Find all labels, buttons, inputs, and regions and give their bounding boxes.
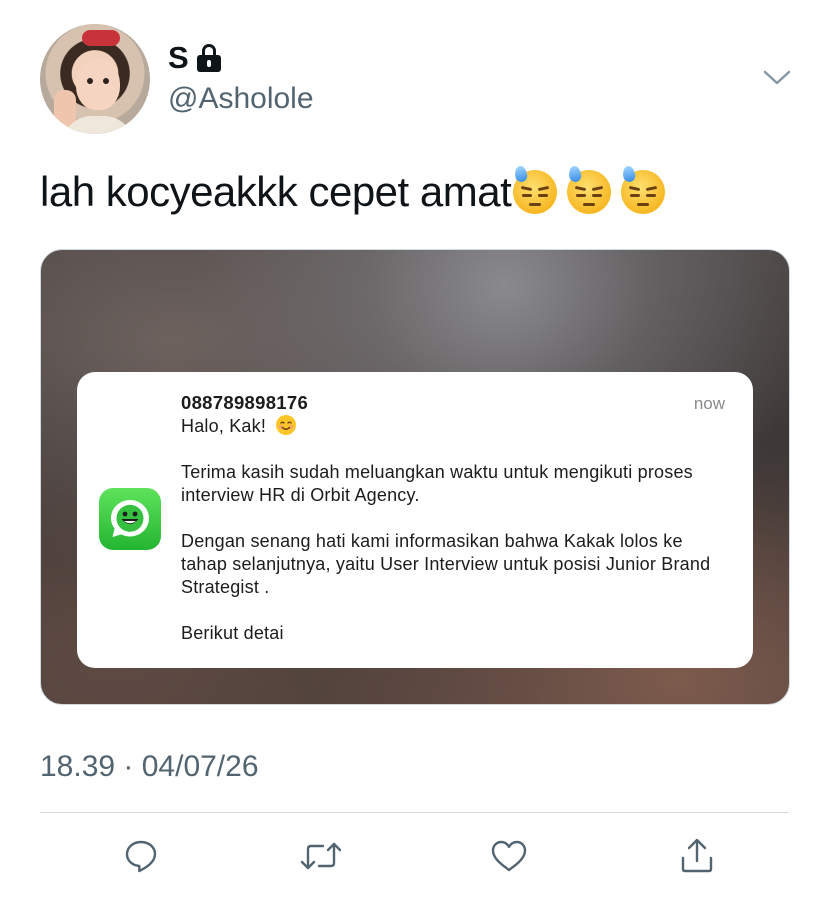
whatsapp-icon (99, 488, 161, 550)
media-image[interactable]: 088789898176 now Halo, Kak! Terima kasih… (40, 249, 790, 705)
avatar-face (76, 58, 120, 110)
display-name[interactable]: S (168, 40, 221, 76)
downcast-sweat-emoji-icon (621, 165, 666, 214)
tweet: S @Asholole lah kocyeakkk cepet amat 088… (0, 0, 828, 900)
display-name-text: S (168, 40, 189, 75)
message-paragraph-2: Dengan senang hati kami informasikan bah… (181, 531, 711, 597)
downcast-sweat-emoji-icon (567, 165, 612, 214)
smiling-face-icon (276, 415, 297, 435)
tweet-timestamp[interactable]: 18.39 · 04/07/26 (40, 750, 259, 784)
avatar-eye (87, 78, 93, 84)
avatar-eye (103, 78, 109, 84)
downcast-sweat-emoji-icon (513, 165, 558, 214)
reply-button[interactable] (119, 834, 163, 878)
notification-card: 088789898176 now Halo, Kak! Terima kasih… (77, 372, 753, 668)
share-button[interactable] (675, 834, 719, 878)
reply-icon (125, 840, 157, 873)
like-button[interactable] (487, 834, 531, 878)
notification-time: now (693, 394, 725, 413)
lock-icon (196, 44, 221, 72)
divider (40, 812, 788, 813)
retweet-button[interactable] (299, 834, 343, 878)
hair-bow (82, 30, 120, 46)
tweet-text: lah kocyeakkk cepet amat (40, 165, 666, 216)
user-handle[interactable]: @Asholole (168, 82, 314, 116)
message-paragraph-1: Terima kasih sudah meluangkan waktu untu… (181, 462, 693, 505)
tweet-text-content: lah kocyeakkk cepet amat (40, 168, 512, 215)
notification-sender: 088789898176 (181, 392, 309, 413)
message-paragraph-3: Berikut detai (181, 623, 284, 643)
like-icon (491, 840, 527, 872)
message-greeting: Halo, Kak! (181, 416, 267, 436)
share-icon (681, 838, 713, 873)
retweet-icon (300, 842, 342, 870)
chevron-down-icon[interactable] (762, 66, 792, 88)
emoji-group (513, 165, 666, 214)
avatar[interactable] (40, 24, 150, 134)
notification-message: Halo, Kak! Terima kasih sudah meluangkan… (181, 414, 731, 645)
